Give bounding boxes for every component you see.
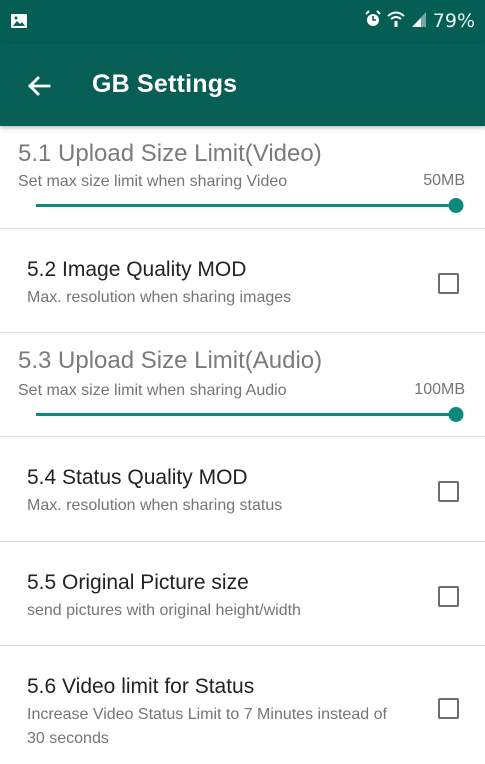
setting-summary: Max. resolution when sharing images [27, 289, 292, 306]
slider-thumb[interactable] [448, 407, 464, 422]
setting-video-limit-status[interactable]: 5.6 Video limit for Status Increase Vide… [0, 646, 485, 764]
video-size-slider[interactable] [36, 196, 464, 216]
status-icons: 79% [365, 9, 475, 33]
setting-summary: send pictures with original height/width [27, 602, 301, 619]
original-picture-checkbox[interactable] [438, 586, 459, 607]
setting-value: 50MB [423, 172, 465, 189]
settings-list: 5.1 Upload Size Limit(Video) Set max siz… [0, 126, 485, 764]
app-bar: GB Settings [0, 44, 485, 126]
slider-fill [36, 413, 456, 416]
page-title: GB Settings [92, 70, 238, 98]
setting-title: 5.6 Video limit for Status [27, 675, 255, 698]
setting-original-picture-size[interactable]: 5.5 Original Picture size send pictures … [0, 542, 485, 646]
setting-upload-audio-limit: 5.3 Upload Size Limit(Audio) Set max siz… [0, 333, 485, 437]
setting-value: 100MB [414, 381, 465, 398]
setting-title: 5.5 Original Picture size [27, 571, 249, 594]
audio-size-slider[interactable] [36, 405, 464, 425]
setting-summary: Max. resolution when sharing status [27, 497, 283, 514]
setting-image-quality-mod[interactable]: 5.2 Image Quality MOD Max. resolution wh… [0, 229, 485, 333]
alarm-icon [365, 9, 381, 33]
signal-icon [411, 10, 427, 33]
setting-title: 5.3 Upload Size Limit(Audio) [18, 347, 323, 374]
image-quality-checkbox[interactable] [438, 273, 459, 294]
setting-title: 5.4 Status Quality MOD [27, 466, 248, 489]
setting-title: 5.1 Upload Size Limit(Video) [18, 140, 322, 167]
setting-status-quality-mod[interactable]: 5.4 Status Quality MOD Max. resolution w… [0, 437, 485, 542]
video-limit-checkbox[interactable] [438, 698, 459, 719]
arrow-back-icon[interactable] [22, 69, 56, 103]
status-bar: 79% [0, 0, 485, 44]
setting-title: 5.2 Image Quality MOD [27, 258, 247, 281]
battery-level: 79% [432, 10, 475, 32]
slider-fill [36, 204, 456, 207]
setting-upload-video-limit: 5.1 Upload Size Limit(Video) Set max siz… [0, 126, 485, 229]
image-icon [10, 13, 28, 29]
slider-thumb[interactable] [448, 198, 464, 213]
setting-summary: Set max size limit when sharing Audio [18, 382, 287, 399]
setting-summary: Set max size limit when sharing Video [18, 173, 288, 190]
status-quality-checkbox[interactable] [438, 481, 459, 502]
wifi-icon [387, 10, 405, 33]
setting-summary: Increase Video Status Limit to 7 Minutes… [27, 706, 387, 747]
